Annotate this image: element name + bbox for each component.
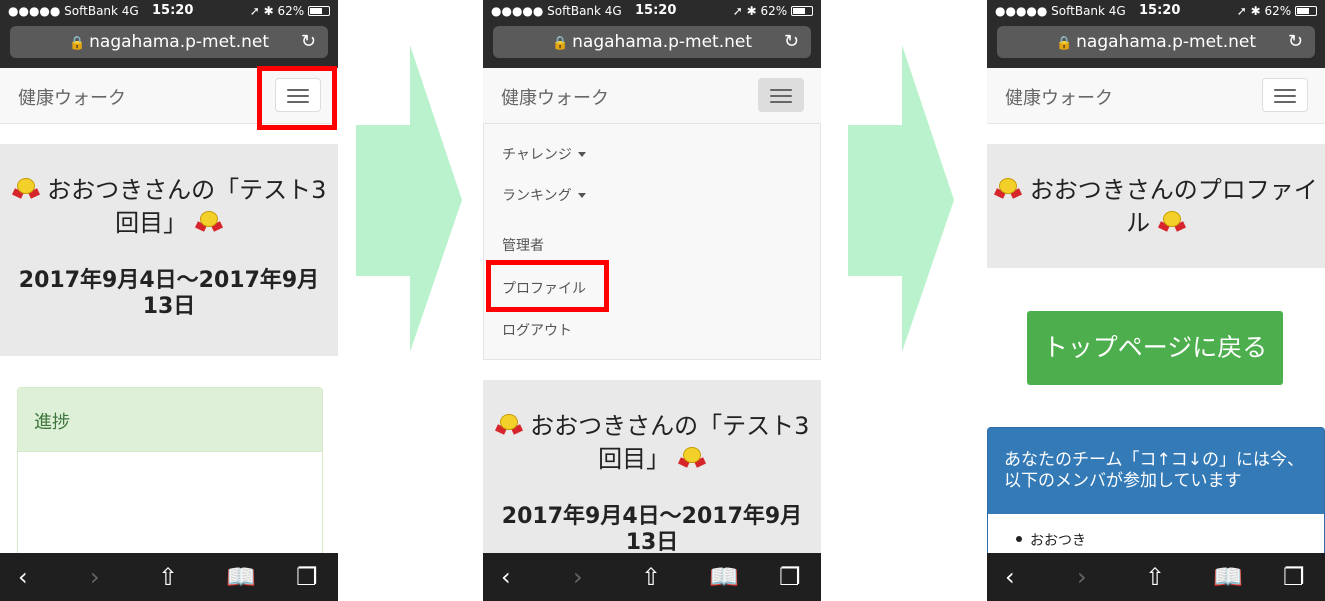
url-text: nagahama.p-met.net — [89, 32, 270, 52]
challenge-header: おおつきさんの「テスト3回目」 2017年9月4日〜2017年9月13日 — [0, 144, 338, 356]
mascot-icon — [677, 446, 706, 470]
menu-item-label: ランキング — [502, 188, 572, 204]
address-bar[interactable]: 🔒 nagahama.p-met.net ↻ — [997, 26, 1315, 58]
caret-down-icon — [577, 193, 586, 198]
phone-step-2: ●●●●● SoftBank 4G 15:20 ➚ ✱ 62% 🔒 nagaham… — [483, 0, 821, 601]
address-bar[interactable]: 🔒 nagahama.p-met.net ↻ — [493, 26, 811, 58]
challenge-header: おおつきさんの「テスト3回目」 2017年9月4日〜2017年9月13日 — [483, 380, 821, 555]
share-icon[interactable]: ⇧ — [1145, 563, 1165, 591]
forward-icon[interactable]: › — [1077, 563, 1087, 591]
browser-toolbar: ‹ › ⇧ 📖 ❐ — [0, 553, 338, 601]
carrier-label: ●●●●● SoftBank 4G — [491, 4, 622, 18]
browser-toolbar: ‹ › ⇧ 📖 ❐ — [483, 553, 821, 601]
lock-icon: 🔒 — [68, 36, 86, 51]
phone-step-1: ●●●●● SoftBank 4G 15:20 ➚ ✱ 62% 🔒 nagaham… — [0, 0, 338, 601]
battery-percent: 62% — [277, 4, 305, 18]
next-step-arrow — [848, 45, 954, 352]
mascot-icon — [11, 177, 40, 201]
forward-icon[interactable]: › — [573, 563, 583, 591]
challenge-period: 2017年9月4日〜2017年9月13日 — [18, 268, 320, 319]
reload-icon[interactable]: ↻ — [1288, 26, 1303, 58]
back-to-top-button[interactable]: トップページに戻る — [1027, 311, 1283, 385]
browser-toolbar: ‹ › ⇧ 📖 ❐ — [987, 553, 1325, 601]
status-bar: ●●●●● SoftBank 4G 15:20 ➚ ✱ 62% — [987, 0, 1325, 22]
status-bar: ●●●●● SoftBank 4G 15:20 ➚ ✱ 62% — [0, 0, 338, 22]
profile-header: おおつきさんのプロファイル — [987, 144, 1325, 268]
reload-icon[interactable]: ↻ — [301, 26, 316, 58]
back-icon[interactable]: ‹ — [1005, 563, 1015, 591]
challenge-title-row: おおつきさんの「テスト3回目」 — [0, 174, 338, 240]
carrier-label: ●●●●● SoftBank 4G — [8, 4, 139, 18]
lock-icon: 🔒 — [1055, 36, 1073, 51]
battery-icon — [1295, 6, 1317, 16]
member-item: おおつき — [1016, 530, 1324, 550]
share-icon[interactable]: ⇧ — [158, 563, 178, 591]
nav-menu: チャレンジ ランキング 管理者 プロファイル ログアウト — [483, 124, 821, 360]
member-list: おおつき — [988, 530, 1324, 550]
navbar: 健康ウォーク — [483, 68, 821, 124]
url-text: nagahama.p-met.net — [1076, 32, 1257, 52]
caret-down-icon — [577, 152, 586, 157]
clock: 15:20 — [635, 3, 677, 18]
highlight-box — [257, 66, 337, 130]
profile-title-row: おおつきさんのプロファイル — [987, 174, 1325, 240]
status-bar: ●●●●● SoftBank 4G 15:20 ➚ ✱ 62% — [483, 0, 821, 22]
battery-icon — [791, 6, 813, 16]
menu-item-logout[interactable]: ログアウト — [502, 320, 572, 340]
brand[interactable]: 健康ウォーク — [18, 84, 126, 110]
hamburger-menu-button[interactable] — [758, 78, 804, 112]
address-bar[interactable]: 🔒 nagahama.p-met.net ↻ — [10, 26, 328, 58]
battery-percent: 62% — [760, 4, 788, 18]
browser-chrome: ●●●●● SoftBank 4G 15:20 ➚ ✱ 62% 🔒 nagaham… — [0, 0, 338, 68]
tabs-icon[interactable]: ❐ — [779, 563, 801, 591]
mascot-icon — [994, 177, 1023, 201]
mascot-icon — [494, 413, 523, 437]
brand[interactable]: 健康ウォーク — [501, 84, 609, 110]
menu-item-challenge[interactable]: チャレンジ — [502, 144, 586, 164]
url-text: nagahama.p-met.net — [572, 32, 753, 52]
clock: 15:20 — [1139, 3, 1181, 18]
back-icon[interactable]: ‹ — [501, 563, 511, 591]
battery-status: ➚ ✱ 62% — [1237, 4, 1317, 18]
battery-icon — [308, 6, 330, 16]
bookmarks-icon[interactable]: 📖 — [1213, 563, 1243, 591]
lock-icon: 🔒 — [551, 36, 569, 51]
menu-item-admin[interactable]: 管理者 — [502, 235, 544, 255]
forward-icon[interactable]: › — [90, 563, 100, 591]
reload-icon[interactable]: ↻ — [784, 26, 799, 58]
next-step-arrow — [356, 45, 462, 352]
share-icon[interactable]: ⇧ — [641, 563, 661, 591]
menu-item-ranking[interactable]: ランキング — [502, 185, 586, 205]
clock: 15:20 — [152, 3, 194, 18]
tabs-icon[interactable]: ❐ — [296, 563, 318, 591]
challenge-title: おおつきさんの「テスト3回目」 — [530, 412, 810, 473]
challenge-period: 2017年9月4日〜2017年9月13日 — [501, 504, 803, 555]
battery-percent: 62% — [1264, 4, 1292, 18]
carrier-label: ●●●●● SoftBank 4G — [995, 4, 1126, 18]
battery-status: ➚ ✱ 62% — [250, 4, 330, 18]
challenge-title: おおつきさんの「テスト3回目」 — [47, 176, 327, 237]
tabs-icon[interactable]: ❐ — [1283, 563, 1305, 591]
browser-chrome: ●●●●● SoftBank 4G 15:20 ➚ ✱ 62% 🔒 nagaham… — [987, 0, 1325, 68]
browser-chrome: ●●●●● SoftBank 4G 15:20 ➚ ✱ 62% 🔒 nagaham… — [483, 0, 821, 68]
hamburger-menu-button[interactable] — [1262, 78, 1308, 112]
navbar: 健康ウォーク — [987, 68, 1325, 124]
bookmarks-icon[interactable]: 📖 — [709, 563, 739, 591]
mascot-icon — [1157, 210, 1186, 234]
battery-status: ➚ ✱ 62% — [733, 4, 813, 18]
challenge-title-row: おおつきさんの「テスト3回目」 — [483, 410, 821, 476]
phone-step-3: ●●●●● SoftBank 4G 15:20 ➚ ✱ 62% 🔒 nagaham… — [987, 0, 1325, 601]
menu-item-label: チャレンジ — [502, 147, 572, 163]
highlight-box — [486, 260, 609, 312]
progress-heading: 進捗 — [18, 388, 322, 452]
back-icon[interactable]: ‹ — [18, 563, 28, 591]
mascot-icon — [194, 210, 223, 234]
tutorial-stage: ●●●●● SoftBank 4G 15:20 ➚ ✱ 62% 🔒 nagaham… — [0, 0, 1325, 601]
team-heading: あなたのチーム「コ↑コ↓の」には今、以下のメンバが参加しています — [988, 428, 1324, 514]
brand[interactable]: 健康ウォーク — [1005, 84, 1113, 110]
bookmarks-icon[interactable]: 📖 — [226, 563, 256, 591]
